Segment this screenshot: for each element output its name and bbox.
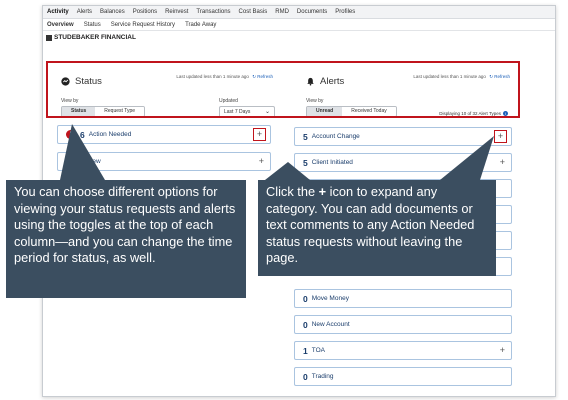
right-callout-tail-left (265, 162, 310, 180)
right-callout-tail-right (440, 136, 494, 180)
callout-expand-category: Click the + icon to expand any category.… (258, 180, 496, 276)
left-callout-tail (60, 124, 105, 180)
callout-plus-symbol: + (318, 184, 327, 199)
callout-view-options: You can choose different options for vie… (6, 180, 246, 298)
callout-text-pre: Click the (266, 184, 319, 199)
